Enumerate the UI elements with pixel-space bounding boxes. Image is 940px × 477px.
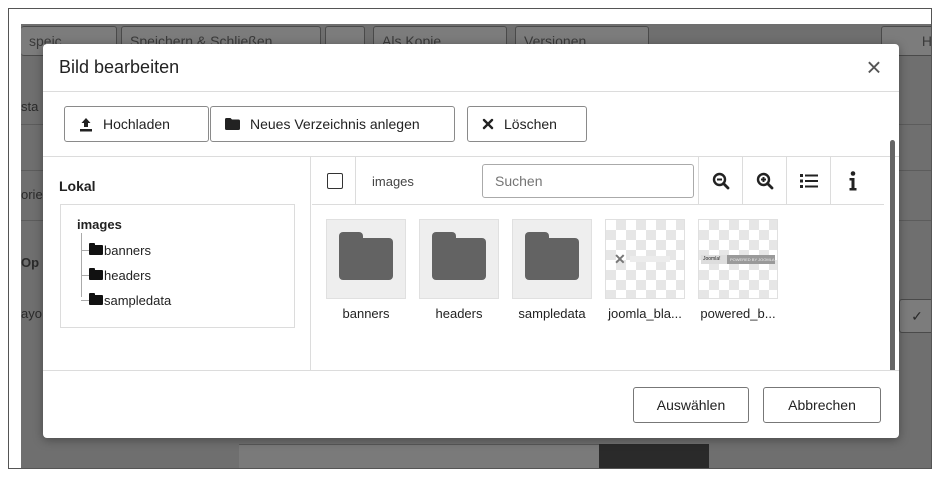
tree-title: Lokal	[59, 178, 96, 194]
zoom-in-icon	[756, 172, 773, 190]
bg-bottom-bar	[239, 444, 599, 468]
dialog-header: Bild bearbeiten ×	[43, 44, 899, 92]
close-x-icon	[482, 118, 494, 130]
bg-label-category: orie	[21, 187, 43, 202]
dialog-title: Bild bearbeiten	[59, 57, 180, 77]
files-pane: images Suchen banners headers sampledata…	[312, 157, 884, 370]
new-folder-label: Neues Verzeichnis anlegen	[250, 116, 420, 132]
tree-item-sampledata[interactable]: sampledata	[81, 292, 171, 308]
tree-item-label: sampledata	[104, 292, 172, 308]
folder-tree: images banners headers sampledata	[60, 204, 295, 328]
folder-icon	[89, 268, 103, 280]
tree-item-label: headers	[104, 267, 151, 283]
folder-thumbnail	[419, 219, 499, 299]
folder-tree-pane: Lokal images banners headers sampledata	[43, 157, 311, 370]
folder-icon	[525, 232, 579, 280]
zoom-out-icon	[712, 172, 729, 190]
folder-icon	[89, 243, 103, 255]
media-browser: Lokal images banners headers sampledata …	[43, 156, 899, 370]
folder-thumbnail	[512, 219, 592, 299]
select-all-cell	[312, 157, 356, 205]
file-item-banners[interactable]: banners	[326, 219, 406, 321]
new-folder-button[interactable]: Neues Verzeichnis anlegen	[210, 106, 455, 142]
file-item-joomla-black[interactable]: ✕ joomla_bla...	[605, 219, 685, 321]
dialog-scrollbar[interactable]	[890, 140, 895, 370]
folder-icon	[89, 293, 103, 305]
dialog-footer: Auswählen Abbrechen	[43, 370, 899, 438]
tree-item-banners[interactable]: banners	[81, 242, 151, 258]
bg-label-status: sta	[21, 99, 39, 114]
select-button[interactable]: Auswählen	[633, 387, 749, 423]
info-icon	[849, 171, 856, 191]
folder-icon	[339, 232, 393, 280]
upload-label: Hochladen	[103, 116, 170, 132]
image-edit-dialog: Bild bearbeiten × Hochladen Neues Verzei…	[43, 44, 899, 438]
joomla-logo-image: ✕	[614, 250, 676, 268]
zoom-in-button[interactable]	[742, 157, 786, 205]
file-name: headers	[435, 306, 483, 321]
tree-item-label: banners	[104, 242, 151, 258]
select-all-checkbox[interactable]	[327, 173, 343, 189]
folder-thumbnail	[326, 219, 406, 299]
dialog-body: Hochladen Neues Verzeichnis anlegen Lösc…	[43, 92, 899, 370]
delete-label: Löschen	[504, 116, 557, 132]
bg-label-layout: ayo	[21, 306, 42, 321]
files-header: images	[312, 157, 884, 205]
file-name: banners	[342, 306, 390, 321]
file-item-powered-by[interactable]: Joomla! POWERED BY JOOMLA! powered_b...	[698, 219, 778, 321]
info-button[interactable]	[830, 157, 874, 205]
file-item-headers[interactable]: headers	[419, 219, 499, 321]
search-input[interactable]	[482, 164, 694, 198]
close-button[interactable]: ×	[861, 52, 887, 82]
bg-bottom-bar-dark	[599, 444, 709, 468]
folder-icon	[225, 118, 240, 130]
powered-by-banner-image: Joomla! POWERED BY JOOMLA!	[701, 254, 775, 264]
delete-button[interactable]: Löschen	[467, 106, 587, 142]
tree-item-headers[interactable]: headers	[81, 267, 151, 283]
media-toolbar: Hochladen Neues Verzeichnis anlegen Lösc…	[43, 92, 899, 156]
bg-layout-select: ✓	[899, 299, 931, 333]
file-item-sampledata[interactable]: sampledata	[512, 219, 592, 321]
upload-icon	[79, 117, 93, 132]
cancel-button[interactable]: Abbrechen	[763, 387, 881, 423]
file-name: powered_b...	[700, 306, 776, 321]
upload-button[interactable]: Hochladen	[64, 106, 209, 142]
bg-label-options: Op	[21, 255, 40, 270]
file-name: joomla_bla...	[608, 306, 682, 321]
image-thumbnail: Joomla! POWERED BY JOOMLA!	[698, 219, 778, 299]
list-view-button[interactable]	[786, 157, 830, 205]
tree-root-images[interactable]: images	[77, 217, 122, 232]
list-icon	[799, 174, 818, 188]
breadcrumb[interactable]: images	[372, 174, 414, 189]
folder-icon	[432, 232, 486, 280]
image-thumbnail: ✕	[605, 219, 685, 299]
zoom-out-button[interactable]	[698, 157, 742, 205]
file-name: sampledata	[518, 306, 586, 321]
